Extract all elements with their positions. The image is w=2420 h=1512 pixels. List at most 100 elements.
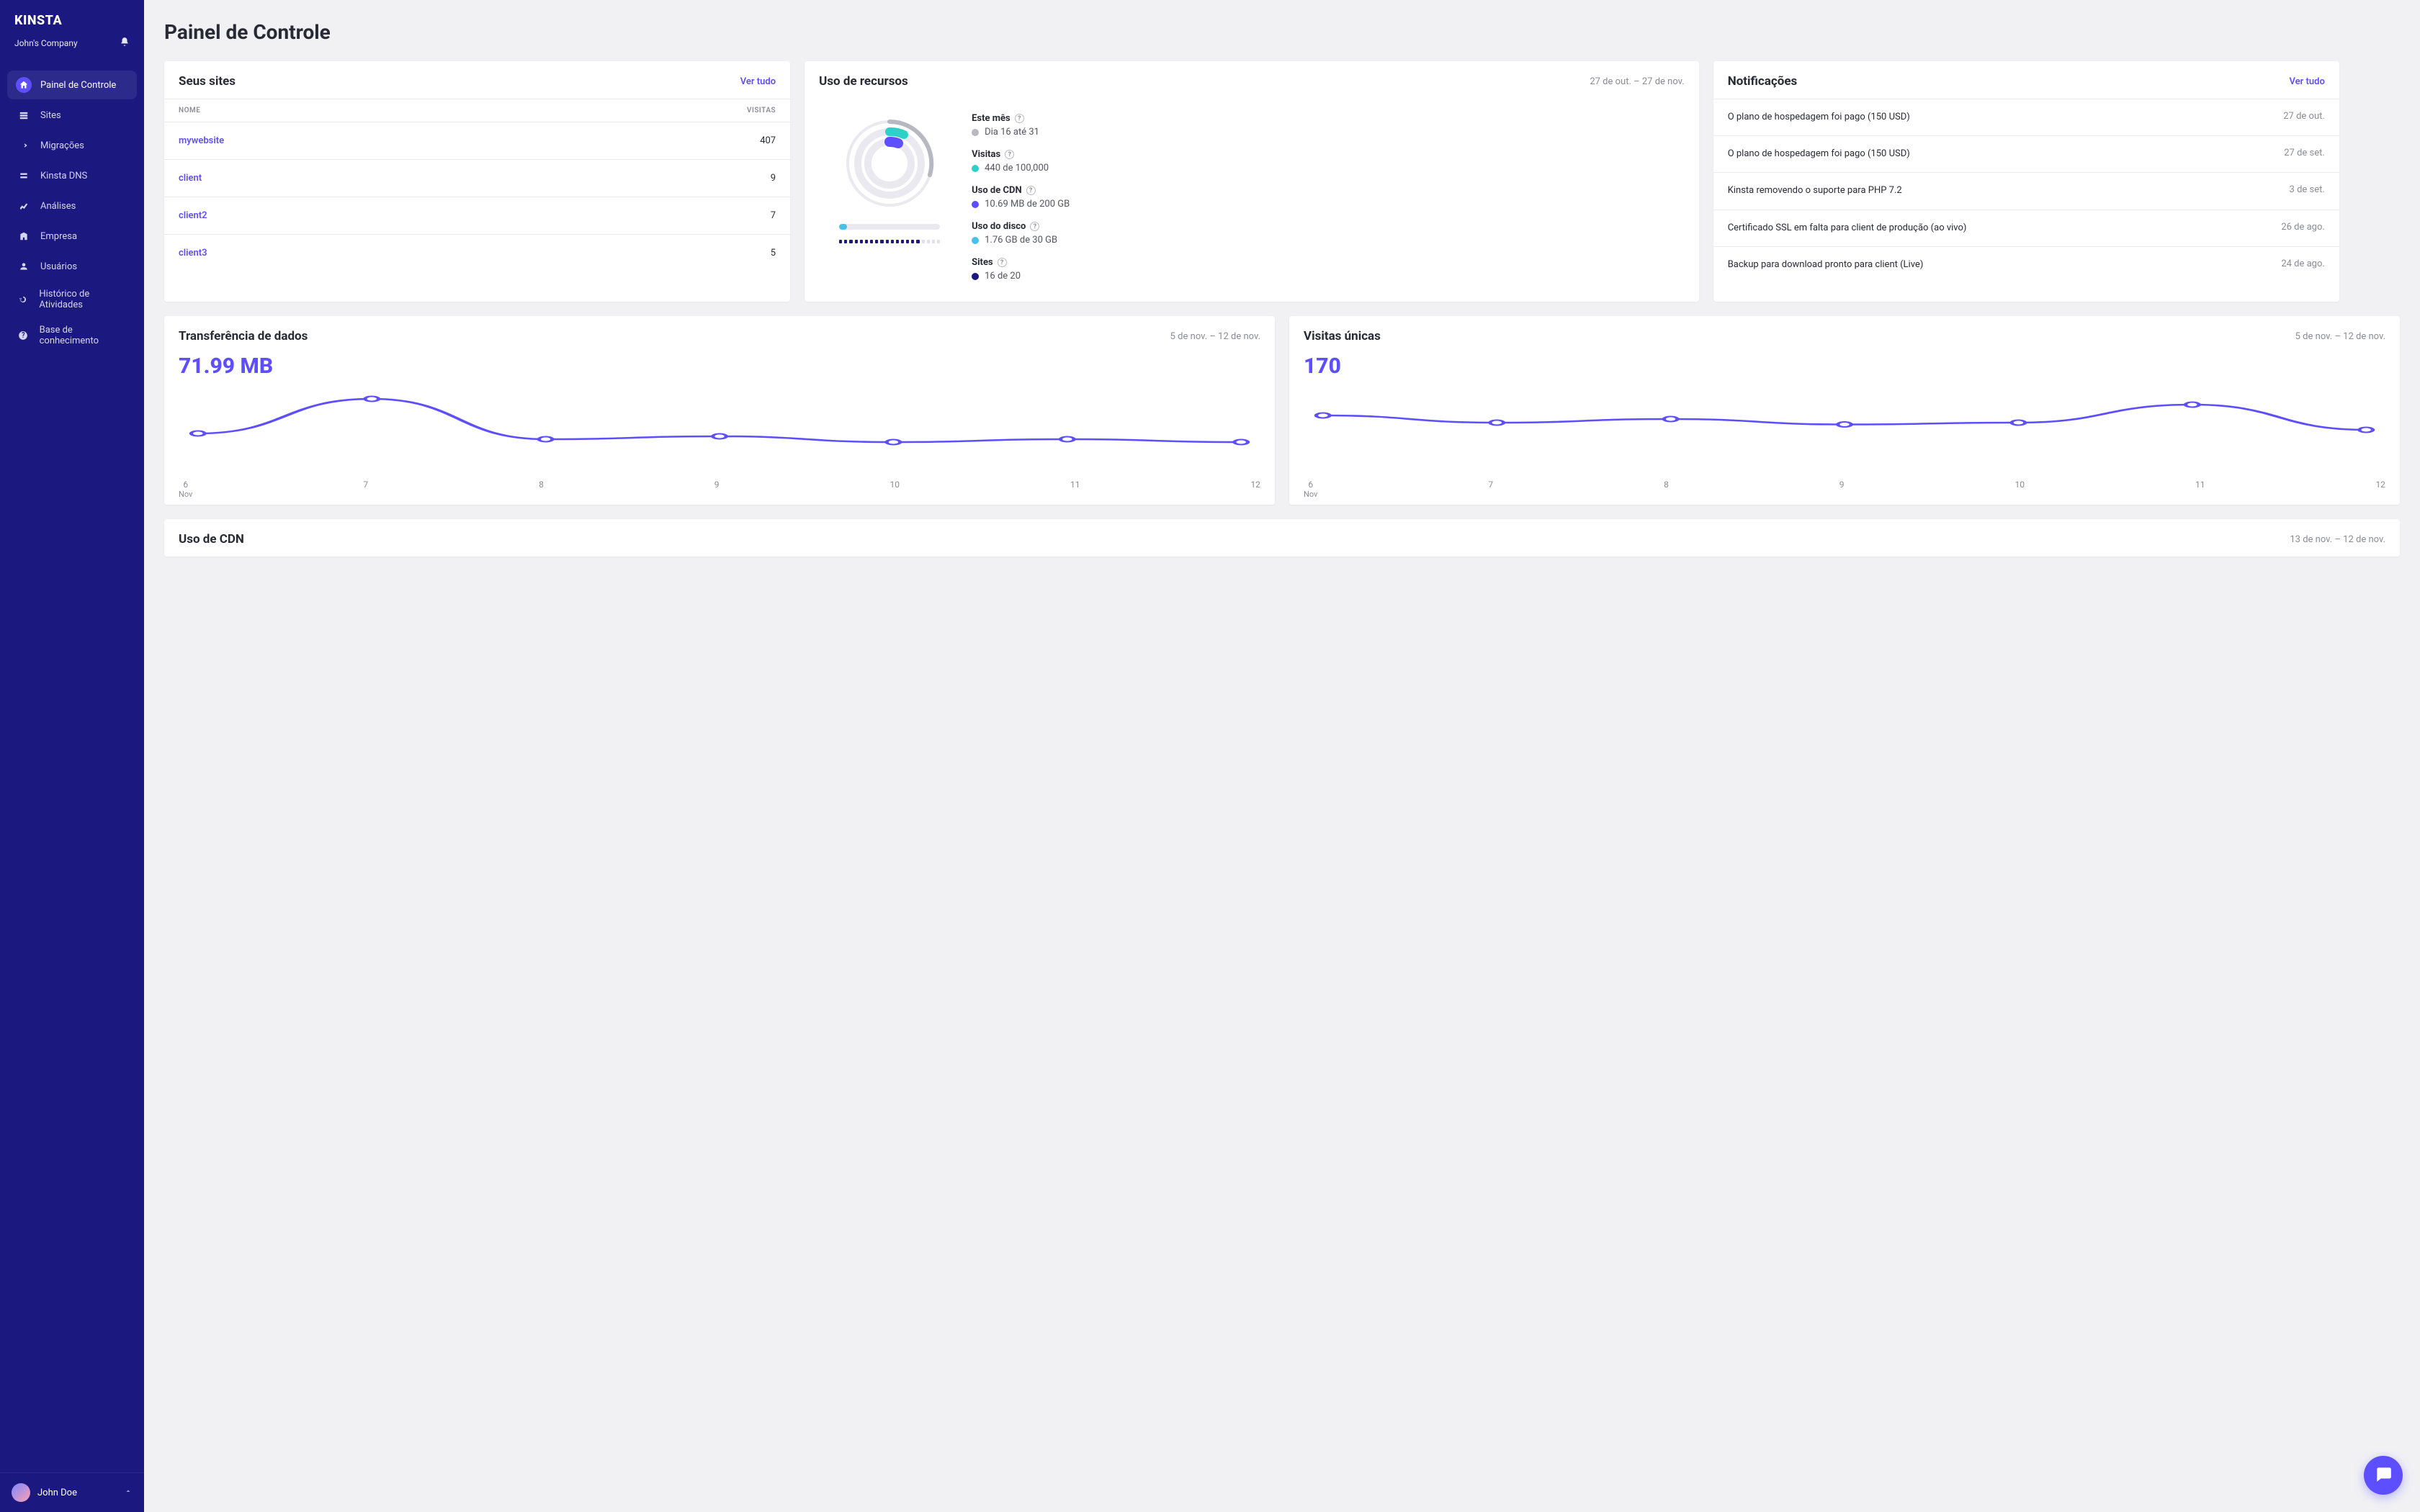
help-icon[interactable]: ? — [1026, 186, 1036, 195]
sidebar-item-label: Análises — [40, 201, 76, 212]
resources-card: Uso de recursos 27 de out. – 27 de nov. — [805, 61, 1699, 302]
sidebar-item-label: Base de conhecimento — [40, 325, 128, 346]
sidebar-item-sites[interactable]: Sites — [7, 101, 137, 130]
sidebar-item-analytics[interactable]: Análises — [7, 192, 137, 220]
site-name[interactable]: client — [179, 173, 771, 184]
sidebar-item-activity[interactable]: Histórico de Atividades — [7, 282, 137, 317]
dot-sites-icon — [972, 273, 979, 280]
site-dot — [875, 240, 878, 243]
help-icon[interactable]: ? — [1030, 222, 1039, 231]
site-name[interactable]: client2 — [179, 210, 771, 221]
notification-date: 27 de out. — [2283, 111, 2325, 124]
knowledge-icon — [16, 328, 31, 343]
avatar — [12, 1483, 30, 1502]
sidebar-item-users[interactable]: Usuários — [7, 252, 137, 281]
history-icon — [16, 292, 30, 307]
stat-sites-value: 16 de 20 — [985, 271, 1021, 282]
axis-tick: 7 — [1488, 480, 1493, 499]
site-dot — [844, 240, 847, 243]
axis-tick: 12 — [1250, 480, 1260, 499]
notification-row[interactable]: O plano de hospedagem foi pago (150 USD)… — [1713, 135, 2339, 172]
page-title: Painel de Controle — [164, 20, 2400, 44]
cdn-card: Uso de CDN 13 de nov. – 12 de nov. — [164, 519, 2400, 557]
table-row[interactable]: mywebsite407 — [164, 122, 790, 159]
company-name[interactable]: John's Company — [14, 38, 78, 48]
cdn-title: Uso de CDN — [179, 532, 244, 546]
help-icon[interactable]: ? — [998, 258, 1007, 267]
axis-tick-sub: Nov — [179, 490, 192, 499]
help-icon[interactable]: ? — [1005, 150, 1014, 159]
site-dot — [880, 240, 883, 243]
transfer-chart — [179, 383, 1260, 469]
axis-tick: 8 — [1664, 480, 1669, 499]
sites-usage-bar — [839, 240, 940, 243]
axis-tick: 11 — [1070, 480, 1080, 499]
site-dot — [855, 240, 858, 243]
notification-text: O plano de hospedagem foi pago (150 USD) — [1728, 148, 2276, 161]
axis-tick: 10 — [2015, 480, 2025, 499]
transfer-big-number: 71.99 MB — [164, 354, 1275, 383]
table-row[interactable]: client27 — [164, 197, 790, 234]
axis-tick: 9 — [714, 480, 720, 499]
sidebar-item-dns[interactable]: Kinsta DNS — [7, 161, 137, 190]
transfer-card: Transferência de dados 5 de nov. – 12 de… — [164, 316, 1275, 505]
notification-text: Certificado SSL em falta para client de … — [1728, 222, 2273, 235]
sidebar-item-label: Histórico de Atividades — [39, 289, 128, 310]
notification-row[interactable]: Backup para download pronto para client … — [1713, 246, 2339, 283]
site-dot — [901, 240, 904, 243]
sites-col-visits: VISITAS — [747, 107, 776, 114]
site-dot — [932, 240, 935, 243]
chat-icon — [2374, 1464, 2393, 1486]
help-icon[interactable]: ? — [1015, 114, 1024, 123]
sidebar-item-label: Empresa — [40, 231, 77, 242]
axis-tick: 11 — [2195, 480, 2205, 499]
sidebar-item-migrations[interactable]: Migrações — [7, 131, 137, 160]
sites-icon — [16, 107, 32, 123]
site-name[interactable]: client3 — [179, 248, 771, 258]
sites-card-title: Seus sites — [179, 74, 236, 89]
site-visits: 407 — [760, 135, 776, 146]
notifications-bell-icon[interactable] — [120, 37, 130, 49]
transfer-date-range: 5 de nov. – 12 de nov. — [1170, 331, 1260, 342]
site-dot — [891, 240, 894, 243]
migrate-icon — [16, 138, 32, 153]
notifications-view-all-link[interactable]: Ver tudo — [2289, 76, 2324, 87]
stat-month-label: Este mês — [972, 113, 1010, 124]
sites-view-all-link[interactable]: Ver tudo — [740, 76, 776, 87]
stat-disk-value: 1.76 GB de 30 GB — [985, 235, 1057, 246]
notification-date: 24 de ago. — [2281, 258, 2325, 271]
axis-tick-sub: Nov — [1304, 490, 1317, 499]
site-visits: 7 — [771, 210, 776, 221]
sidebar-item-label: Migrações — [40, 140, 84, 151]
home-icon — [16, 77, 32, 93]
site-visits: 5 — [771, 248, 776, 258]
notification-row[interactable]: Kinsta removendo o suporte para PHP 7.23… — [1713, 172, 2339, 209]
dot-month-icon — [972, 129, 979, 136]
sites-col-name: NOME — [179, 107, 747, 114]
sidebar-item-dashboard[interactable]: Painel de Controle — [7, 71, 137, 99]
site-dot — [849, 240, 852, 243]
notification-row[interactable]: Certificado SSL em falta para client de … — [1713, 210, 2339, 246]
sidebar-user-menu[interactable]: John Doe — [0, 1472, 144, 1512]
table-row[interactable]: client9 — [164, 159, 790, 197]
stat-month-value: Dia 16 até 31 — [985, 127, 1039, 138]
resource-gauge — [839, 113, 940, 214]
site-dot — [886, 240, 889, 243]
axis-tick: 10 — [890, 480, 900, 499]
notification-date: 27 de set. — [2284, 148, 2325, 161]
site-name[interactable]: mywebsite — [179, 135, 760, 146]
sidebar-nav: Painel de Controle Sites Migrações Kinst… — [0, 56, 144, 1472]
site-dot — [896, 240, 899, 243]
sidebar-item-label: Usuários — [40, 261, 77, 272]
table-row[interactable]: client35 — [164, 234, 790, 271]
sidebar-item-knowledge[interactable]: Base de conhecimento — [7, 318, 137, 353]
sidebar-item-company[interactable]: Empresa — [7, 222, 137, 251]
notifications-title: Notificações — [1728, 74, 1798, 89]
cdn-date-range: 13 de nov. – 12 de nov. — [2290, 534, 2385, 545]
visits-date-range: 5 de nov. – 12 de nov. — [2295, 331, 2385, 342]
site-dot — [927, 240, 930, 243]
site-visits: 9 — [771, 173, 776, 184]
notification-row[interactable]: O plano de hospedagem foi pago (150 USD)… — [1713, 99, 2339, 135]
chat-button[interactable] — [2364, 1456, 2403, 1495]
site-dot — [839, 240, 842, 243]
